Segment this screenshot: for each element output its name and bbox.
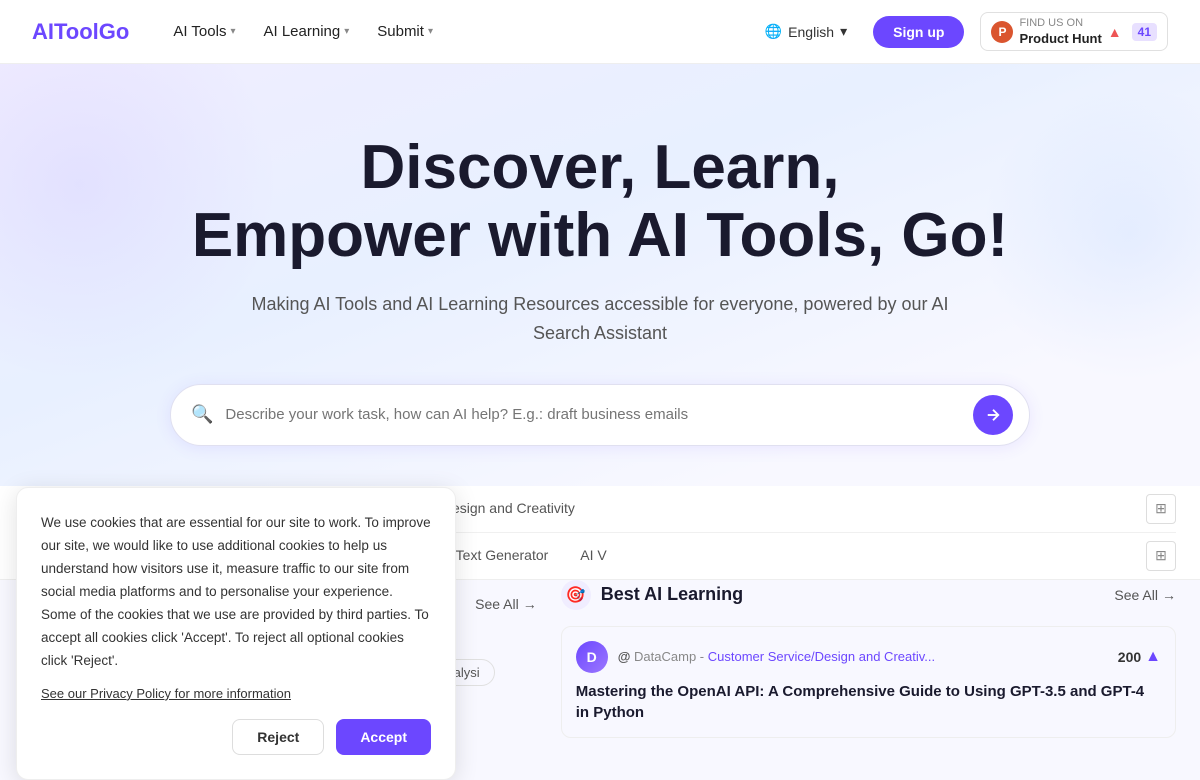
nav-links: AI Tools ▾ AI Learning ▾ Submit ▾: [161, 15, 754, 48]
filter-chip-ai-v[interactable]: AI V: [564, 533, 622, 579]
hero-subtitle: Making AI Tools and AI Learning Resource…: [250, 290, 950, 348]
navbar: AIToolGo AI Tools ▾ AI Learning ▾ Submit…: [0, 0, 1200, 64]
ai-learning-chevron-icon: ▾: [344, 26, 349, 37]
search-input[interactable]: [225, 406, 973, 423]
hero-heading: Discover, Learn, Empower with AI Tools, …: [20, 134, 1180, 270]
see-all-arrow-icon: →: [523, 596, 537, 612]
search-icon: 🔍: [191, 404, 213, 425]
site-logo[interactable]: AIToolGo: [32, 19, 129, 45]
learning-section: 🎯 Best AI Learning See All → D @ DataCam…: [561, 580, 1176, 756]
see-all-tools-link[interactable]: See All →: [475, 596, 537, 612]
main-wrapper: Training Customer Service Information Te…: [0, 486, 1200, 780]
see-all-learning-link[interactable]: See All →: [1114, 587, 1176, 603]
hero-section: Discover, Learn, Empower with AI Tools, …: [0, 64, 1200, 486]
lang-chevron-icon: ▾: [840, 23, 847, 40]
ph-arrow-icon: ▲: [1108, 24, 1122, 40]
learning-meta: @ DataCamp - Customer Service/Design and…: [618, 649, 935, 664]
learning-section-title: 🎯 Best AI Learning: [561, 580, 743, 610]
logo-suffix: Go: [99, 19, 130, 44]
see-all-learning-arrow-icon: →: [1162, 587, 1176, 603]
nav-right: 🌐 English ▾ Sign up P FIND US ON Product…: [755, 12, 1168, 50]
learning-section-icon: 🎯: [561, 580, 591, 610]
search-submit-button[interactable]: [973, 395, 1013, 435]
cookie-banner: We use cookies that are essential for ou…: [16, 487, 456, 780]
learning-item-title: Mastering the OpenAI API: A Comprehensiv…: [576, 681, 1161, 723]
nav-submit[interactable]: Submit ▾: [365, 15, 445, 48]
language-selector[interactable]: 🌐 English ▾: [755, 17, 857, 46]
product-hunt-badge[interactable]: P FIND US ON Product Hunt ▲ 41: [980, 12, 1168, 50]
logo-prefix: AITool: [32, 19, 99, 44]
ph-info: FIND US ON Product Hunt: [1019, 17, 1101, 45]
nav-ai-learning[interactable]: AI Learning ▾: [251, 15, 361, 48]
cookie-text: We use cookies that are essential for ou…: [41, 512, 431, 673]
learning-item[interactable]: D @ DataCamp - Customer Service/Design a…: [561, 626, 1176, 738]
learning-section-header: 🎯 Best AI Learning See All →: [561, 580, 1176, 610]
ph-logo-icon: P: [991, 21, 1013, 43]
expand-categories-button[interactable]: ⊞: [1146, 494, 1176, 524]
search-bar: 🔍: [170, 384, 1030, 446]
globe-icon: 🌐: [765, 23, 782, 40]
submit-chevron-icon: ▾: [428, 26, 433, 37]
privacy-policy-link[interactable]: See our Privacy Policy for more informat…: [41, 686, 291, 701]
ph-count-badge: 41: [1132, 23, 1157, 41]
ai-tools-chevron-icon: ▾: [230, 26, 235, 37]
expand-tools-button[interactable]: ⊞: [1146, 541, 1176, 571]
vote-arrow-icon: ▲: [1145, 648, 1161, 666]
vote-count: 200 ▲: [1118, 648, 1161, 666]
learning-avatar: D: [576, 641, 608, 673]
signup-button[interactable]: Sign up: [873, 16, 964, 48]
nav-ai-tools[interactable]: AI Tools ▾: [161, 15, 247, 48]
learning-item-header: D @ DataCamp - Customer Service/Design a…: [576, 641, 1161, 673]
